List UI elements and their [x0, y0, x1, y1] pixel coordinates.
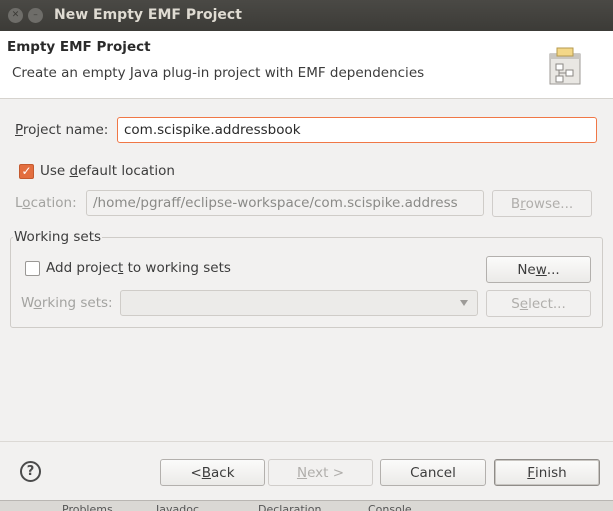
project-name-label: Project name:	[15, 122, 109, 138]
back-button[interactable]: < Back	[160, 459, 265, 486]
window-title: New Empty EMF Project	[54, 7, 242, 23]
location-input[interactable]: /home/pgraff/eclipse-workspace/com.scisp…	[86, 190, 484, 216]
wizard-banner: Empty EMF Project Create an empty Java p…	[0, 31, 613, 99]
help-icon[interactable]: ?	[20, 461, 41, 482]
add-to-working-sets-label[interactable]: Add project to working sets	[46, 260, 231, 276]
browse-button[interactable]: Br owse...	[492, 190, 592, 217]
wizard-page-title: Empty EMF Project	[7, 39, 151, 55]
add-to-working-sets-checkbox[interactable]	[25, 261, 40, 276]
footer-separator	[0, 441, 613, 442]
background-tab-javadoc: Javadoc	[156, 503, 199, 511]
minimize-window-icon[interactable]: –	[28, 8, 43, 23]
location-label: Location:	[15, 195, 77, 211]
wizard-page-description: Create an empty Java plug-in project wit…	[12, 65, 425, 81]
next-button[interactable]: Next >	[268, 459, 373, 486]
select-working-sets-button[interactable]: Se lect...	[486, 290, 591, 317]
title-bar: ✕ – New Empty EMF Project	[0, 0, 613, 31]
background-ide-tab-strip: Problems Javadoc Declaration Console	[0, 500, 613, 511]
working-sets-group-title: Working sets	[13, 229, 103, 245]
background-tab-declaration: Declaration	[258, 503, 322, 511]
background-tab-problems: Problems	[62, 503, 113, 511]
new-project-wizard-icon	[549, 47, 581, 85]
new-working-set-button[interactable]: Ne w...	[486, 256, 591, 283]
finish-button[interactable]: Finish	[494, 459, 600, 486]
project-name-input[interactable]: com.scispike.addressbook	[117, 117, 597, 143]
working-sets-label: Working sets:	[21, 295, 113, 311]
working-sets-combo[interactable]	[120, 290, 478, 316]
use-default-location-checkbox[interactable]: ✓	[19, 164, 34, 179]
background-tab-console: Console	[368, 503, 412, 511]
cancel-button[interactable]: Cancel	[380, 459, 486, 486]
use-default-location-label[interactable]: Use default location	[40, 163, 175, 179]
close-window-icon[interactable]: ✕	[8, 8, 23, 23]
chevron-down-icon	[460, 300, 468, 306]
